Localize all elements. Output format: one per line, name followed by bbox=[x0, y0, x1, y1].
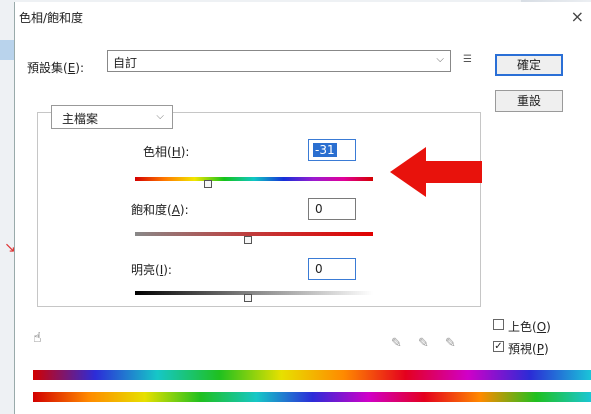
colorize-label: 上色(O) bbox=[508, 320, 551, 334]
red-arrow-annotation bbox=[390, 147, 482, 197]
eyedropper-icon[interactable]: ✎ bbox=[391, 336, 402, 351]
ok-button[interactable]: 確定 bbox=[495, 54, 563, 76]
preview-box[interactable]: ✓ bbox=[493, 341, 504, 352]
hue-saturation-dialog: 色相/飽和度 × 預設集(E): 自訂 ⌵ ☰ 確定 重設 主檔案 ⌵ 色相(H… bbox=[14, 2, 591, 414]
lightness-input-value: 0 bbox=[315, 262, 323, 276]
input-spectrum-bar bbox=[33, 370, 591, 380]
window-title: 色相/飽和度 bbox=[19, 11, 84, 25]
lightness-input[interactable]: 0 bbox=[308, 258, 356, 280]
output-spectrum-bar bbox=[33, 392, 591, 402]
saturation-input-value: 0 bbox=[315, 202, 323, 216]
close-button[interactable]: × bbox=[571, 7, 584, 26]
eyedropper-minus-icon[interactable]: ✎ bbox=[445, 336, 456, 351]
hue-slider-track[interactable] bbox=[135, 177, 373, 181]
preview-label: 預視(P) bbox=[508, 342, 549, 356]
preset-select[interactable]: 自訂 ⌵ bbox=[107, 50, 451, 72]
hue-label: 色相(H): bbox=[143, 145, 190, 159]
lightness-slider-track[interactable] bbox=[135, 291, 373, 295]
targeted-adjustment-hand-icon[interactable]: ☝ bbox=[33, 330, 42, 346]
hue-input[interactable]: -31 bbox=[308, 139, 356, 161]
adjustment-group bbox=[37, 112, 481, 307]
lightness-slider-thumb[interactable] bbox=[244, 294, 252, 302]
colorize-checkbox[interactable]: 上色(O) bbox=[493, 318, 591, 334]
preset-value: 自訂 bbox=[113, 56, 138, 70]
chevron-down-icon: ⌵ bbox=[436, 54, 444, 65]
preset-options-icon[interactable]: ☰ bbox=[463, 54, 472, 65]
saturation-slider-thumb[interactable] bbox=[244, 236, 252, 244]
chevron-down-icon: ⌵ bbox=[156, 111, 164, 122]
eyedropper-plus-icon[interactable]: ✎ bbox=[418, 336, 429, 351]
lightness-label: 明亮(I): bbox=[131, 263, 172, 277]
saturation-slider-track[interactable] bbox=[135, 232, 373, 236]
reset-button[interactable]: 重設 bbox=[495, 90, 563, 112]
saturation-input[interactable]: 0 bbox=[308, 198, 356, 220]
channel-value: 主檔案 bbox=[62, 112, 99, 126]
hue-input-value: -31 bbox=[313, 143, 337, 157]
preset-label: 預設集(E): bbox=[27, 61, 85, 75]
hue-slider-thumb[interactable] bbox=[204, 180, 212, 188]
saturation-label: 飽和度(A): bbox=[131, 203, 189, 217]
colorize-box[interactable] bbox=[493, 319, 504, 330]
channel-select[interactable]: 主檔案 ⌵ bbox=[51, 105, 173, 129]
title-bar[interactable]: 色相/飽和度 × bbox=[15, 2, 591, 34]
preview-checkbox[interactable]: ✓ 預視(P) bbox=[493, 340, 591, 356]
